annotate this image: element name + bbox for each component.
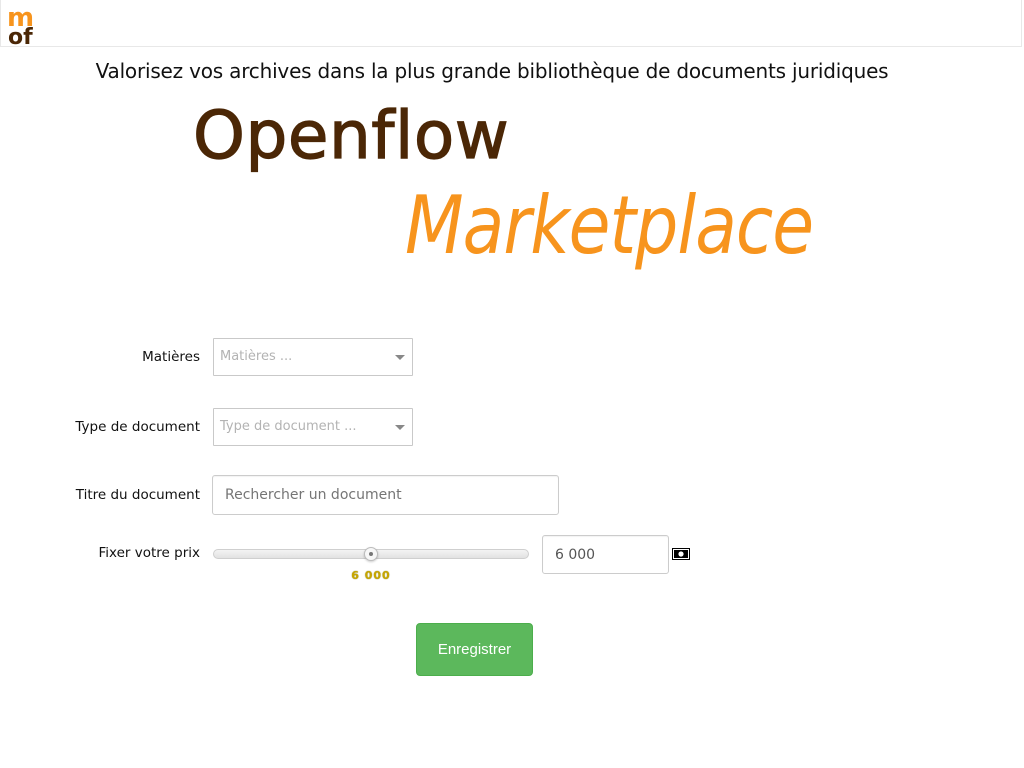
svg-text:of: of	[8, 25, 33, 46]
money-icon	[672, 548, 690, 560]
subjects-placeholder: Matières ...	[220, 349, 293, 364]
openflow-logo[interactable]: m of	[7, 4, 49, 46]
doc-type-select[interactable]: Type de document ...	[213, 408, 413, 446]
subjects-select[interactable]: Matières ...	[213, 338, 413, 376]
doc-type-placeholder: Type de document ...	[220, 419, 357, 434]
top-navbar: m of	[0, 0, 1022, 47]
save-button[interactable]: Enregistrer	[416, 623, 533, 676]
price-input[interactable]	[542, 535, 669, 574]
chevron-down-icon	[395, 425, 405, 430]
page-tagline: Valorisez vos archives dans la plus gran…	[95, 59, 889, 83]
brand-title: Openflow	[192, 96, 510, 174]
doc-type-label: Type de document	[75, 419, 200, 435]
price-slider-handle[interactable]	[364, 547, 378, 561]
doc-title-input[interactable]	[212, 475, 559, 515]
chevron-down-icon	[395, 355, 405, 360]
brand-subtitle: Marketplace	[405, 180, 814, 274]
subjects-label: Matières	[142, 349, 200, 365]
price-slider-value: 6 000	[351, 569, 391, 582]
doc-title-label: Titre du document	[75, 487, 200, 503]
price-label: Fixer votre prix	[98, 545, 200, 561]
